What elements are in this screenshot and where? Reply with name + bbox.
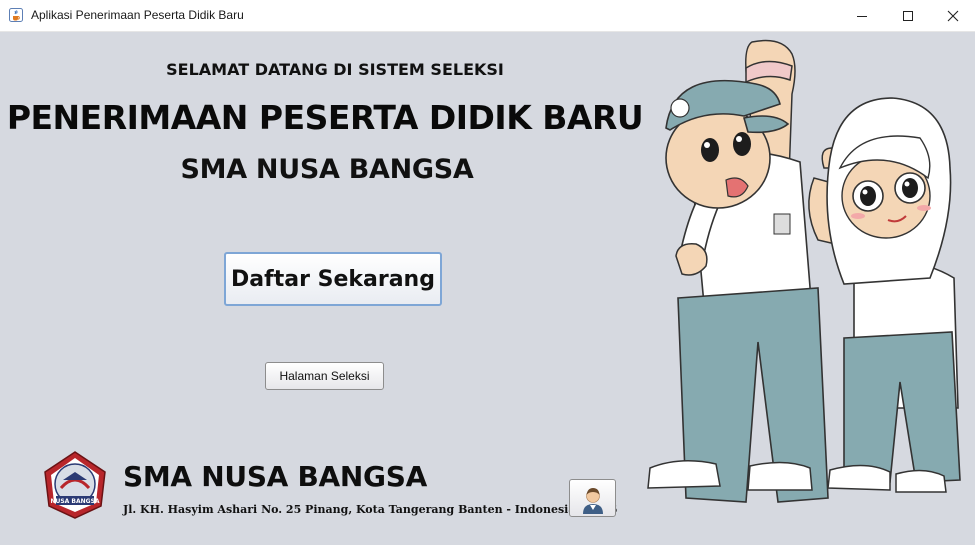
footer-school-name: SMA NUSA BANGSA (123, 460, 427, 493)
school-address: Jl. KH. Hasyim Ashari No. 25 Pinang, Kot… (123, 503, 618, 516)
main-panel: SELAMAT DATANG DI SISTEM SELEKSI PENERIM… (0, 32, 975, 545)
maximize-button[interactable] (885, 0, 931, 31)
register-now-button[interactable]: Daftar Sekarang (224, 252, 442, 306)
java-cup-icon (9, 8, 23, 22)
minimize-button[interactable] (839, 0, 885, 31)
students-illustration (647, 39, 961, 503)
school-name-heading: SMA NUSA BANGSA (180, 154, 474, 185)
close-button[interactable] (930, 0, 975, 31)
user-icon (582, 487, 603, 514)
minimize-icon (857, 15, 867, 17)
title-bar[interactable]: Aplikasi Penerimaan Peserta Didik Baru (0, 0, 975, 32)
selection-page-button[interactable]: Halaman Seleksi (265, 362, 384, 390)
maximize-icon (903, 10, 913, 21)
user-login-button[interactable] (569, 479, 616, 517)
window-title: Aplikasi Penerimaan Peserta Didik Baru (31, 8, 244, 22)
school-logo: NUSA BANGSA (44, 451, 106, 519)
page-title: PENERIMAAN PESERTA DIDIK BARU (6, 98, 644, 137)
boy-figure (647, 39, 829, 503)
girl-figure (808, 97, 961, 493)
close-icon (947, 10, 959, 21)
app-window: Aplikasi Penerimaan Peserta Didik Baru S… (0, 0, 975, 545)
logo-text: NUSA BANGSA (50, 498, 99, 505)
welcome-heading: SELAMAT DATANG DI SISTEM SELEKSI (166, 60, 504, 79)
